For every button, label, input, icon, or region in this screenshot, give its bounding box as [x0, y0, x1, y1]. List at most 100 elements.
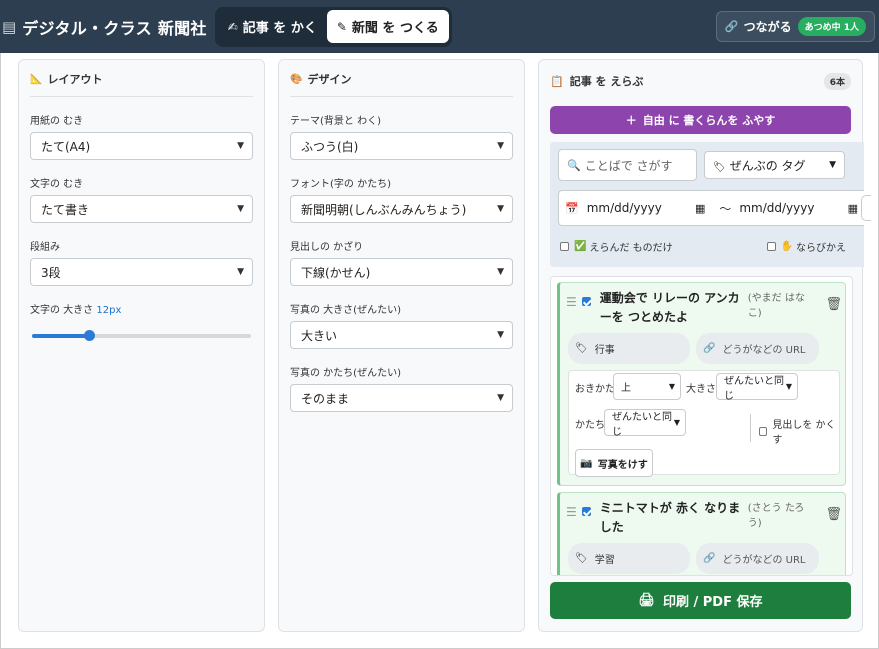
slider-thumb[interactable]	[83, 330, 95, 341]
button-label: 印刷 / PDF 保存	[662, 595, 763, 610]
only-selected-checkbox[interactable]: ✅ えらんだ ものだけ	[560, 239, 673, 254]
chevron-down-icon: ▼	[497, 204, 504, 214]
checkbox-box[interactable]	[581, 297, 591, 306]
tag-filter-select[interactable]: 🏷 ぜんぶの タグ ▼	[704, 151, 845, 179]
article-card: ☰ ミニトマトが 赤く なりました (さとう たろう) 🗑 🏷 学習 🔗 どうが…	[557, 492, 846, 575]
select-value: 3段	[41, 265, 61, 280]
search-input[interactable]: 🔍 ことばで さがす	[558, 149, 697, 181]
checkbox-box[interactable]	[560, 242, 569, 251]
chevron-down-icon: ▼	[829, 160, 836, 170]
drag-handle-icon[interactable]: ☰	[566, 505, 577, 519]
article-count-badge: 6本	[823, 72, 851, 90]
panel-title-text: 記事 を えらぶ	[569, 75, 644, 88]
clipboard-icon: 📋	[550, 74, 564, 88]
tag-icon: 🏷	[575, 343, 588, 354]
search-icon: 🔍	[567, 158, 581, 172]
columns-select[interactable]: 3段 ▼	[30, 258, 253, 286]
select-value: ふつう(白)	[301, 139, 359, 154]
text-direction-label: 文字の むき	[30, 179, 84, 190]
tab-make-newspaper[interactable]: ✎ 新聞 を つくる	[326, 10, 449, 43]
trash-icon[interactable]: 🗑	[825, 297, 842, 312]
article-select-checkbox[interactable]	[581, 507, 596, 516]
paper-select[interactable]: たて(A4) ▼	[30, 132, 253, 160]
url-placeholder: どうがなどの URL	[722, 345, 806, 356]
article-title: ミニトマトが 赤く なりました	[599, 501, 741, 534]
panel-header: 📋 記事 を えらぶ 6本	[550, 71, 851, 91]
printer-icon: 🖨	[638, 593, 655, 608]
calendar-icon: 📅	[565, 201, 579, 215]
select-value: たて書き	[41, 202, 90, 217]
photo-size-label: 写真の 大きさ(ぜんたい)	[290, 305, 401, 316]
columns-label: 段組み	[30, 242, 60, 253]
heading-select[interactable]: 下線(かせん) ▼	[290, 258, 513, 286]
connect-label: つながる	[743, 20, 792, 34]
select-value: ぜんたいと同じ	[724, 375, 784, 402]
position-label: おきかた	[575, 384, 615, 395]
checkbox-label: ならびかえ	[796, 243, 846, 254]
chevron-down-icon: ▼	[497, 267, 504, 277]
slider-fill	[32, 334, 89, 338]
url-placeholder: どうがなどの URL	[722, 555, 806, 566]
erase-photo-button[interactable]: 📷 写真をけす	[575, 449, 653, 477]
add-free-column-button[interactable]: ＋ 自由 に 書くらんを ふやす	[550, 106, 851, 134]
link-icon: 🔗	[724, 20, 739, 33]
article-title: 運動会で リレーの アンカーを つとめたよ	[599, 291, 740, 324]
photo-shape-label: 写真の かたち(ぜんたい)	[290, 368, 401, 379]
checkbox-box[interactable]	[766, 242, 776, 251]
article-author: (やまだ はなこ)	[747, 293, 805, 319]
font-label: フォント(字の かたち)	[290, 179, 391, 190]
date-range: 📅 mm/dd/yyyy ▦ ～ mm/dd/yyyy ▦	[558, 190, 871, 226]
tab-label: 記事 を かく	[242, 21, 317, 36]
photo-size-select[interactable]: 大きい ▼	[290, 321, 513, 349]
link-icon: 🔗	[703, 553, 716, 564]
heading-label: 見出しの かざり	[290, 242, 364, 253]
position-select[interactable]: 上 ▼	[613, 373, 681, 400]
tag-field[interactable]: 🏷 学習	[568, 543, 690, 574]
text-direction-select[interactable]: たて書き ▼	[30, 195, 253, 223]
tag-icon: 🏷	[713, 161, 726, 173]
camera-icon: 📷	[580, 457, 593, 469]
size-select[interactable]: ぜんたいと同じ ▼	[716, 373, 798, 402]
font-size-label-text: 文字の 大きさ	[30, 305, 94, 316]
select-value: ぜんたいと同じ	[612, 411, 672, 438]
drag-handle-icon[interactable]: ☰	[566, 295, 577, 309]
tab-write-article[interactable]: ✍ 記事 を かく	[218, 10, 327, 43]
date-from-input[interactable]: mm/dd/yyyy ▦	[587, 201, 712, 215]
url-input[interactable]: 🔗 どうがなどの URL	[696, 333, 819, 364]
chevron-down-icon: ▼	[668, 382, 675, 391]
url-input[interactable]: 🔗 どうがなどの URL	[696, 543, 819, 574]
app-header: ▤ デジタル・クラス 新聞社 ✍ 記事 を かく ✎ 新聞 を つくる 🔗 つな…	[0, 0, 879, 53]
theme-label: テーマ(背景と わく)	[290, 116, 381, 127]
reorder-checkbox[interactable]: ✋ ならびかえ	[766, 239, 846, 254]
shape-select[interactable]: ぜんたいと同じ ▼	[604, 409, 686, 438]
brand: ▤ デジタル・クラス 新聞社	[2, 15, 207, 39]
select-value: ぜんぶの タグ	[729, 158, 806, 173]
trash-icon[interactable]: 🗑	[825, 507, 842, 522]
photo-shape-select[interactable]: そのまま ▼	[290, 384, 513, 412]
checkbox-box[interactable]	[581, 507, 591, 516]
date-to-input[interactable]: mm/dd/yyyy ▦	[739, 201, 864, 215]
tag-field[interactable]: 🏷 行事	[568, 333, 690, 364]
font-select[interactable]: 新聞明朝(しんぶんみんちょう) ▼	[290, 195, 513, 223]
app-title: デジタル・クラス 新聞社	[22, 18, 207, 38]
select-value: 大きい	[301, 328, 338, 343]
date-value: mm/dd/yyyy	[739, 201, 815, 215]
overflow-edge	[861, 195, 871, 221]
chevron-down-icon: ▼	[237, 141, 244, 151]
checkbox-box[interactable]	[759, 426, 768, 436]
calendar-picker-icon[interactable]: ▦	[695, 202, 705, 215]
chevron-down-icon: ▼	[237, 267, 244, 277]
filter-checks: ✅ えらんだ ものだけ ✋ ならびかえ	[560, 239, 846, 254]
chevron-down-icon: ▼	[237, 204, 244, 214]
theme-select[interactable]: ふつう(白) ▼	[290, 132, 513, 160]
chevron-down-icon: ▼	[785, 382, 792, 391]
calendar-picker-icon[interactable]: ▦	[848, 202, 858, 215]
search-placeholder: ことばで さがす	[584, 158, 673, 173]
font-size-slider[interactable]	[32, 330, 251, 341]
article-select-checkbox[interactable]	[581, 297, 596, 306]
connect-button[interactable]: 🔗 つながる あつめ中 1人	[715, 11, 875, 42]
print-pdf-button[interactable]: 🖨 印刷 / PDF 保存	[550, 582, 851, 619]
tag-icon: 🏷	[575, 553, 588, 564]
hide-heading-checkbox[interactable]: 見出しを かくす	[759, 416, 839, 446]
chevron-down-icon: ▼	[673, 418, 680, 427]
